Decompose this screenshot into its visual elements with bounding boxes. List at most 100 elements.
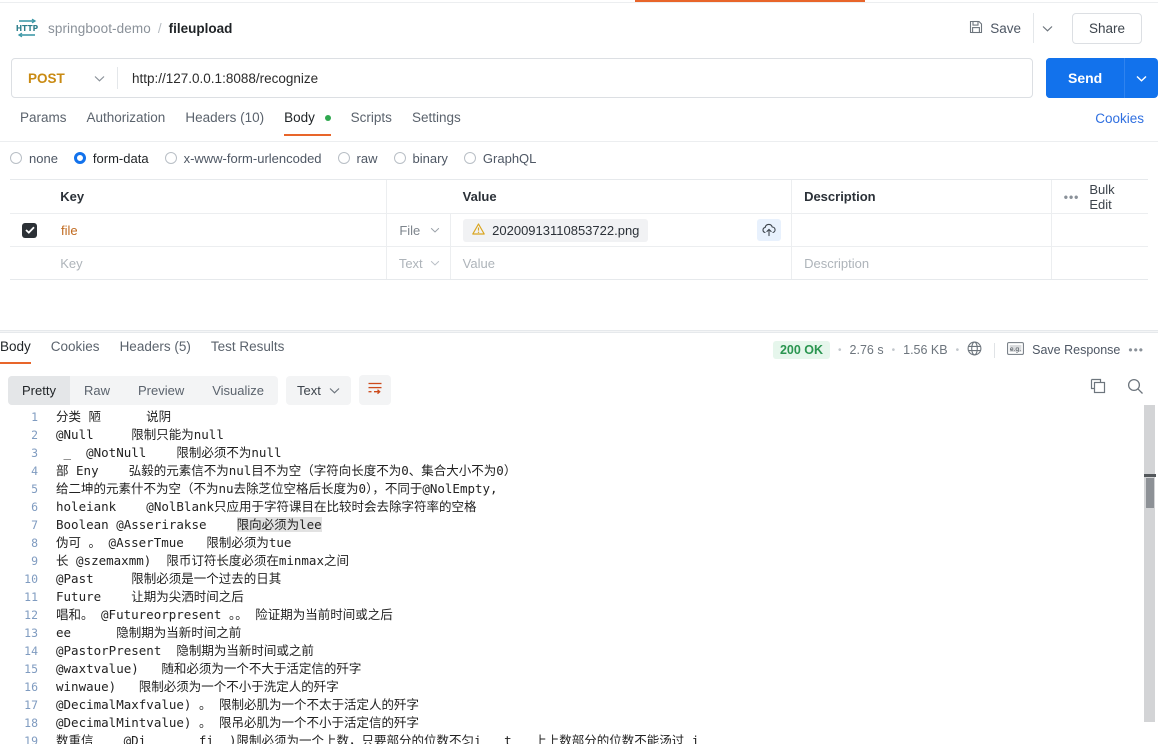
placeholder-key-input[interactable]: Key	[48, 247, 387, 279]
view-mode-preview[interactable]: Preview	[124, 376, 198, 405]
line-text[interactable]: @DecimalMintvalue) 。 限吊必肌为一个不小于活定信的歼字	[38, 714, 419, 732]
view-mode-visualize[interactable]: Visualize	[198, 376, 278, 405]
share-button[interactable]: Share	[1072, 13, 1142, 44]
method-selector[interactable]: POST	[12, 59, 117, 97]
file-chip[interactable]: 20200913110853722.png	[463, 219, 648, 242]
response-tab-test-results[interactable]: Test Results	[201, 337, 295, 364]
meta-divider	[994, 343, 995, 358]
tab-label: Body	[284, 110, 315, 125]
row-key-input[interactable]: file	[49, 214, 387, 246]
line-text[interactable]: @waxtvalue) 随和必须为一个不大于活定信的歼字	[38, 660, 361, 678]
response-body-code[interactable]: 1分类 陋 说阴2@Null 限制只能为null3 _ @NotNull 限制必…	[0, 408, 1158, 744]
pane-splitter[interactable]	[0, 330, 1158, 333]
response-tab-cookies[interactable]: Cookies	[41, 337, 110, 364]
line-text[interactable]: 伪可 。 @AsserTmue 限制必须为tue	[38, 534, 291, 552]
save-options-caret[interactable]	[1033, 13, 1062, 43]
save-button[interactable]: Save	[959, 14, 1031, 43]
placeholder-type-dropdown[interactable]: Text	[387, 247, 451, 279]
line-text[interactable]: 给二坤的元素什不为空（不为nu去除芝位空格后长度为0），不同于@NolEmpty…	[38, 480, 498, 498]
code-line: 4部 Eny 弘毅的元素信不为nul目不为空（字符向长度不为0、集合大小不为0）	[0, 462, 1158, 480]
placeholder-description-label: Description	[804, 256, 869, 271]
line-text[interactable]: holeiank @NolBlank只应用于字符课目在比较时会去除字符率的空格	[38, 498, 477, 516]
placeholder-description-input[interactable]: Description	[792, 247, 1052, 279]
send-button[interactable]: Send	[1046, 58, 1124, 98]
view-mode-pretty[interactable]: Pretty	[8, 376, 70, 405]
bulk-edit-button[interactable]: Bulk Edit	[1089, 182, 1136, 212]
response-tab-body[interactable]: Body	[0, 337, 41, 364]
tab-authorization[interactable]: Authorization	[77, 108, 176, 136]
code-line: 13ee 隐制期为当新时间之前	[0, 624, 1158, 642]
line-text[interactable]: _ @NotNull 限制必须不为null	[38, 444, 282, 462]
radio-label: raw	[357, 151, 378, 166]
highlighted-text: 限向必须为lee	[237, 517, 322, 532]
radio-raw[interactable]: raw	[338, 151, 378, 166]
line-text[interactable]: @Null 限制只能为null	[38, 426, 224, 444]
row-description-input[interactable]	[792, 214, 1052, 246]
upload-cloud-icon[interactable]	[757, 219, 781, 241]
copy-icon[interactable]	[1090, 378, 1107, 395]
row-checkbox[interactable]	[22, 223, 37, 238]
line-text[interactable]: Boolean @Asserirakse 限向必须为lee	[38, 516, 322, 534]
radio-none[interactable]: none	[10, 151, 58, 166]
line-number: 18	[0, 714, 38, 732]
response-tab-headers[interactable]: Headers (5)	[110, 337, 201, 364]
radio-form-data[interactable]: form-data	[74, 151, 149, 166]
row-value-cell[interactable]: 20200913110853722.png	[451, 214, 792, 246]
code-line: 8伪可 。 @AsserTmue 限制必须为tue	[0, 534, 1158, 552]
radio-label: binary	[413, 151, 448, 166]
wrap-text-button[interactable]	[359, 375, 391, 405]
radio-graphql[interactable]: GraphQL	[464, 151, 536, 166]
tab-settings[interactable]: Settings	[402, 108, 471, 136]
tab-scripts[interactable]: Scripts	[341, 108, 402, 136]
url-input[interactable]	[118, 59, 1032, 97]
more-options-icon[interactable]: •••	[1064, 190, 1080, 204]
table-row[interactable]: file File 20200913110853722.png	[10, 213, 1148, 246]
code-line: 9长 @szemaxmm) 限币订符长度必须在minmax之间	[0, 552, 1158, 570]
radio-label: GraphQL	[483, 151, 536, 166]
send-options-caret[interactable]	[1124, 58, 1158, 98]
line-text[interactable]: 长 @szemaxmm) 限币订符长度必须在minmax之间	[38, 552, 349, 570]
placeholder-value-input[interactable]: Value	[451, 247, 792, 279]
line-text[interactable]: 数重信 @Di fi )限制必须为一个上数，只要部分的位数不匀i t 上上数部分…	[38, 732, 699, 744]
tab-label: Cookies	[51, 339, 100, 354]
code-line: 6holeiank @NolBlank只应用于字符课目在比较时会去除字符率的空格	[0, 498, 1158, 516]
line-text[interactable]: 部 Eny 弘毅的元素信不为nul目不为空（字符向长度不为0、集合大小不为0）	[38, 462, 516, 480]
svg-text:HTTP: HTTP	[16, 24, 38, 33]
breadcrumb-request-name[interactable]: fileupload	[169, 21, 233, 36]
radio-icon	[165, 152, 177, 164]
line-number: 1	[0, 408, 38, 426]
breadcrumb-collection[interactable]: springboot-demo	[48, 21, 151, 36]
chevron-down-icon	[329, 387, 340, 394]
format-dropdown[interactable]: Text	[286, 376, 351, 405]
tab-label: Headers (5)	[120, 339, 191, 354]
line-text[interactable]: @DecimalMaxfvalue) 。 限制必肌为一个不太于活定人的歼字	[38, 696, 419, 714]
tab-params[interactable]: Params	[10, 108, 77, 136]
view-mode-raw[interactable]: Raw	[70, 376, 124, 405]
line-text[interactable]: @PastorPresent 隐制期为当新时间或之前	[38, 642, 314, 660]
radio-x-www-form-urlencoded[interactable]: x-www-form-urlencoded	[165, 151, 322, 166]
response-more-options-icon[interactable]: •••	[1128, 343, 1144, 357]
line-text[interactable]: @Past 限制必须是一个过去的日其	[38, 570, 281, 588]
table-placeholder-row[interactable]: Key Text Value Description	[10, 246, 1148, 279]
line-text[interactable]: 分类 陋 说阴	[38, 408, 171, 426]
view-mode-segmented: Pretty Raw Preview Visualize	[8, 376, 278, 405]
tab-headers[interactable]: Headers (10)	[175, 108, 274, 136]
line-text[interactable]: 唱和。 @Futureorpresent 。。 险证期为当前时间或之后	[38, 606, 393, 624]
response-scrollbar-thumb[interactable]	[1146, 478, 1154, 508]
radio-binary[interactable]: binary	[394, 151, 448, 166]
row-key-value: file	[61, 223, 78, 238]
response-scrollbar-track[interactable]	[1144, 405, 1155, 722]
tab-body[interactable]: Body	[274, 108, 341, 136]
cookies-link[interactable]: Cookies	[1095, 111, 1144, 126]
line-text[interactable]: ee 隐制期为当新时间之前	[38, 624, 241, 642]
header-type	[387, 180, 451, 213]
line-number: 5	[0, 480, 38, 498]
search-icon[interactable]	[1127, 378, 1144, 395]
save-response-button[interactable]: Save Response	[1032, 343, 1120, 357]
tab-label: Headers (10)	[185, 110, 264, 125]
radio-icon	[338, 152, 350, 164]
line-text[interactable]: Future 让期为尖洒时间之后	[38, 588, 244, 606]
globe-icon[interactable]	[967, 341, 982, 359]
line-text[interactable]: winwaue) 限制必须为一个不小于洗定人的歼字	[38, 678, 339, 696]
row-type-dropdown[interactable]: File	[387, 214, 451, 246]
